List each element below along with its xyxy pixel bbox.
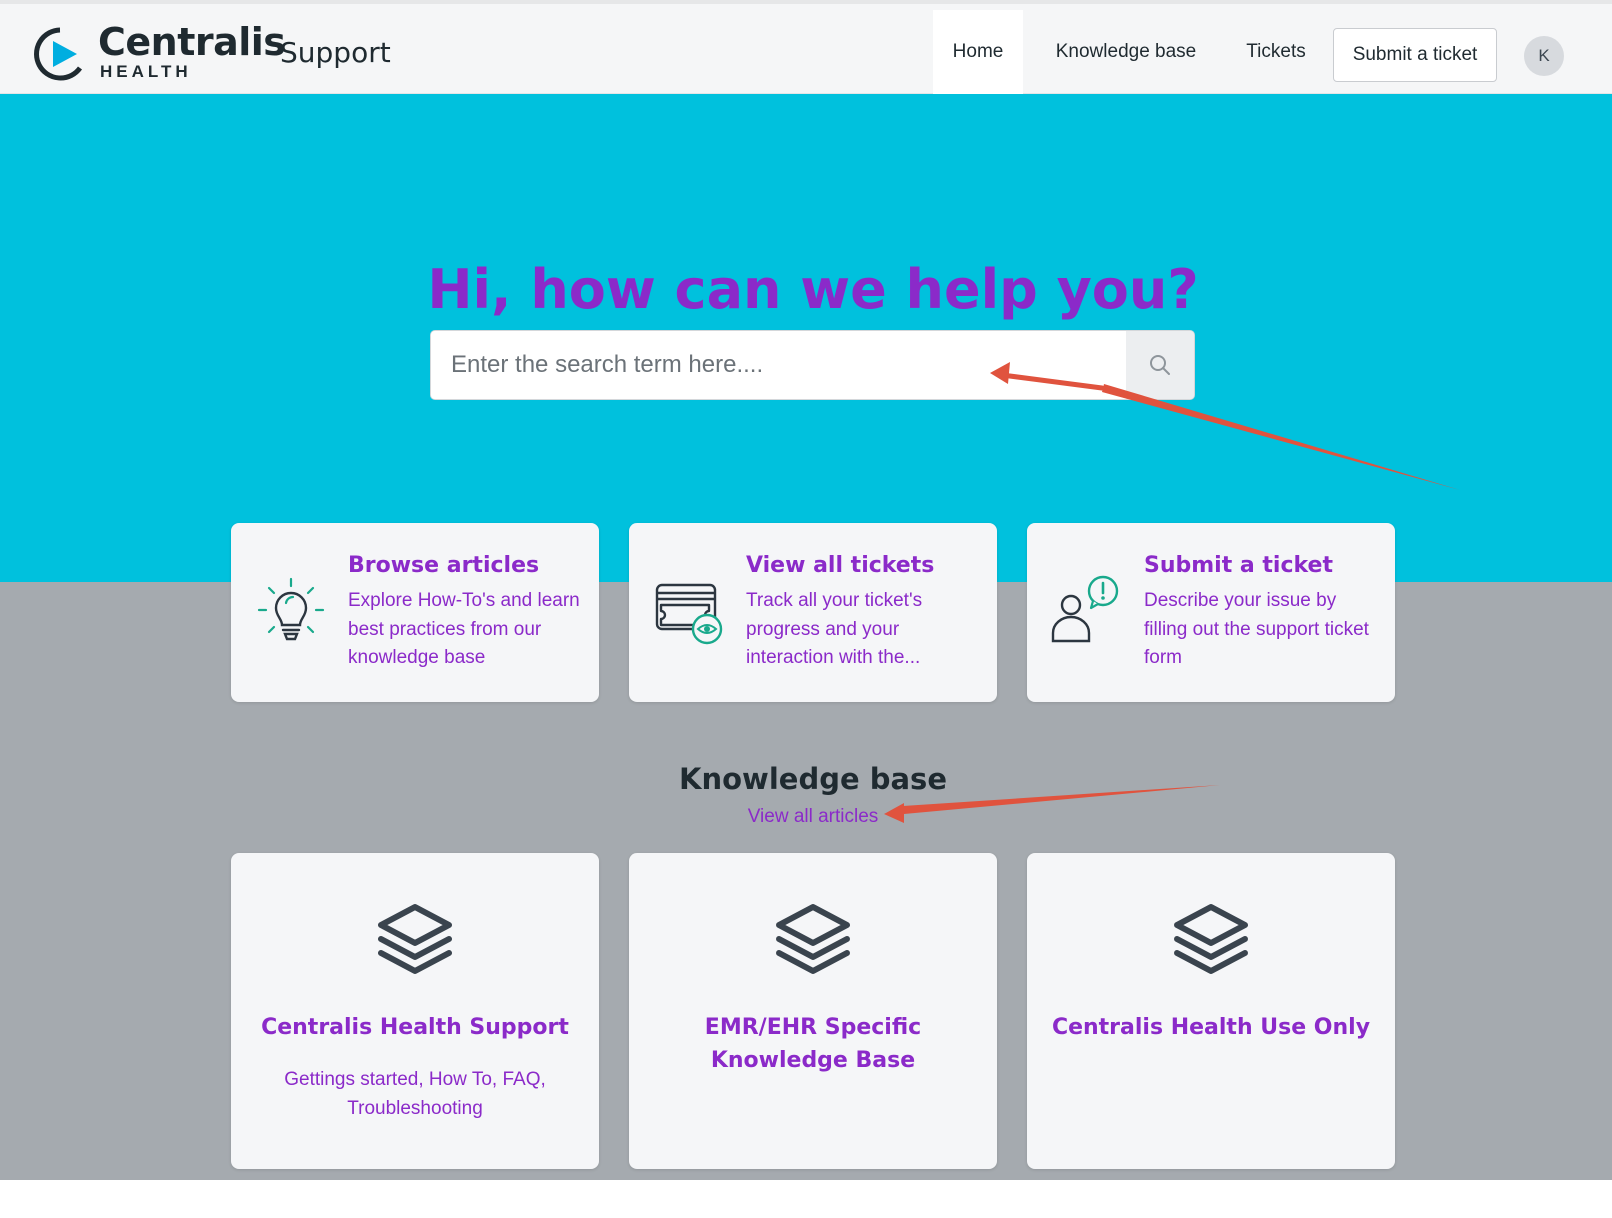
play-logo-icon [34, 27, 83, 81]
nav-knowledge-base[interactable]: Knowledge base [1040, 10, 1212, 94]
kb-category-card[interactable]: EMR/EHR Specific Knowledge Base [629, 853, 997, 1169]
view-all-articles-link[interactable]: View all articles [748, 806, 879, 827]
nav-home[interactable]: Home [933, 10, 1023, 94]
support-home-page: Centralis HEALTH Support Home Knowledge … [0, 0, 1612, 1218]
card-description: Explore How-To's and learn best practice… [348, 590, 580, 668]
card-title: Browse articles [348, 553, 540, 578]
person-alert-icon [1051, 575, 1119, 643]
category-description: Gettings started, How To, FAQ, Troublesh… [284, 1069, 546, 1119]
browse-articles-card[interactable]: Browse articles Explore How-To's and lea… [231, 523, 599, 702]
category-title: Centralis Health Use Only [1051, 1015, 1371, 1040]
knowledge-base-heading: Knowledge base [679, 762, 947, 796]
submit-ticket-button[interactable]: Submit a ticket [1333, 28, 1497, 82]
brand-product: Support [280, 36, 391, 69]
search-icon [1150, 355, 1170, 375]
lightbulb-icon [257, 577, 325, 641]
category-title: EMR/EHR Specific Knowledge Base [704, 1015, 922, 1073]
brand-name: Centralis [98, 20, 286, 64]
brand-sub: HEALTH [100, 62, 192, 81]
layers-icon [378, 904, 452, 974]
user-avatar[interactable]: K [1524, 36, 1564, 76]
search-button[interactable] [1126, 331, 1194, 399]
hero-title: Hi, how can we help you? [427, 258, 1199, 321]
category-title: Centralis Health Support [261, 1015, 569, 1040]
kb-category-card[interactable]: Centralis Health Support Gettings starte… [231, 853, 599, 1169]
site-header: Centralis HEALTH Support Home Knowledge … [0, 4, 1612, 94]
search-bar [430, 330, 1195, 400]
layers-icon [1174, 904, 1248, 974]
card-title: View all tickets [746, 553, 935, 578]
view-all-articles-row: View all articles [0, 806, 1612, 828]
search-input[interactable] [431, 331, 1126, 399]
ticket-view-icon [655, 583, 723, 645]
layers-icon [776, 904, 850, 974]
submit-ticket-card[interactable]: Submit a ticket Describe your issue by f… [1027, 523, 1395, 702]
kb-category-card[interactable]: Centralis Health Use Only [1027, 853, 1395, 1169]
card-title: Submit a ticket [1144, 553, 1333, 578]
centralis-logo[interactable]: Centralis HEALTH Support [32, 20, 432, 82]
view-tickets-card[interactable]: View all tickets Track all your ticket's… [629, 523, 997, 702]
card-description: Track all your ticket's progress and you… [746, 590, 923, 668]
nav-tickets[interactable]: Tickets [1236, 10, 1316, 94]
card-description: Describe your issue by filling out the s… [1144, 590, 1369, 668]
